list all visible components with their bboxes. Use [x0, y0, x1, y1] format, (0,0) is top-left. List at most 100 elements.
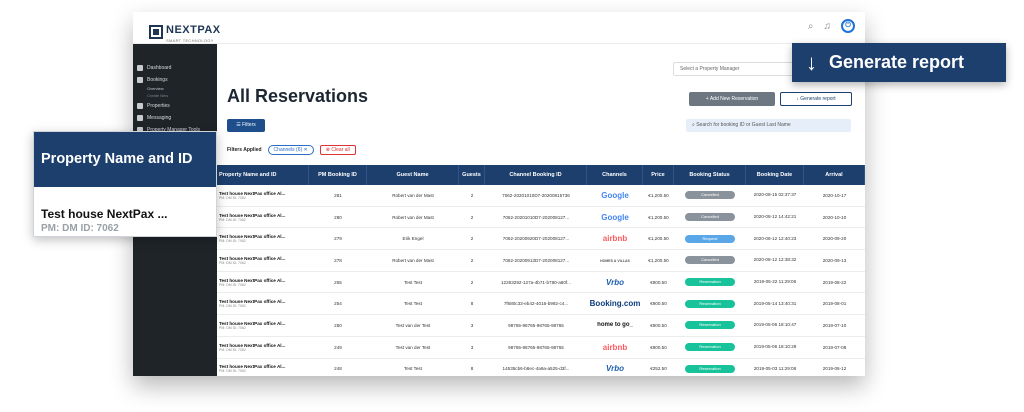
- channel-logo: Vrbo: [605, 277, 625, 287]
- clear-all-button[interactable]: ⊗ Clear all: [319, 145, 356, 155]
- property-name-callout: Property Name and ID Test house NextPax …: [33, 131, 217, 237]
- channel-logo-cell: airbnb: [587, 343, 643, 352]
- arrival-date: 2019-08-22: [822, 279, 847, 285]
- column-header[interactable]: Booking Status: [674, 165, 746, 185]
- app-window: NEXTPAX SMART TECHNOLOGY ⌕ ♫ ⏻ Dashboard…: [133, 12, 865, 376]
- booking-date: 2020-08-12 12:38:32: [753, 257, 797, 263]
- sidebar-subitem-create-new[interactable]: Create New: [133, 93, 217, 100]
- status-cell: Reservation: [674, 343, 746, 352]
- nextpax-logo[interactable]: NEXTPAX SMART TECHNOLOGY: [149, 20, 221, 43]
- table-row[interactable]: Test house NextPax office Al... PM: DM ID…: [217, 359, 865, 377]
- booking-date: 2020-08-12 14:42:21: [753, 214, 797, 220]
- sidebar-item-bookings[interactable]: Bookings: [133, 74, 217, 86]
- property-cell[interactable]: Test house NextPax office Al... PM: DM ID…: [217, 321, 309, 330]
- callout-heading: Property Name and ID: [34, 132, 216, 187]
- channels-filter-chip[interactable]: Channels (6) ✕: [267, 145, 314, 155]
- search-icon[interactable]: ⌕: [808, 21, 814, 32]
- channel-logo: Google: [601, 212, 629, 222]
- table-row[interactable]: Test house NextPax office Al... PM: DM ID…: [217, 337, 865, 359]
- bell-icon[interactable]: ♫: [824, 21, 832, 32]
- channel-logo: airbnb: [602, 234, 628, 244]
- property-cell[interactable]: Test house NextPax office Al... PM: DM ID…: [217, 364, 309, 373]
- status-cell: Reservation: [674, 278, 746, 287]
- column-header[interactable]: PM Booking ID: [309, 165, 367, 185]
- column-header[interactable]: Price: [643, 165, 674, 185]
- sidebar-item-properties[interactable]: Properties: [133, 100, 217, 112]
- column-header[interactable]: Guests: [459, 165, 485, 185]
- status-cell: Reservation: [674, 364, 746, 373]
- pm-booking-id: 249: [334, 344, 342, 350]
- channel-booking-id: 12263292-127a-4b71-b780-a60f...: [501, 279, 571, 285]
- guest-name: Test Test: [403, 301, 423, 307]
- property-cell[interactable]: Test house NextPax office Al... PM: DM ID…: [217, 343, 309, 352]
- property-cell[interactable]: Test house NextPax office Al... PM: DM ID…: [217, 278, 309, 287]
- status-badge: Cancelled: [685, 191, 735, 200]
- top-bar: NEXTPAX SMART TECHNOLOGY ⌕ ♫ ⏻: [133, 12, 865, 44]
- property-cell[interactable]: Test house NextPax office Al... PM: DM ID…: [217, 256, 309, 265]
- table-body: Test house NextPax office Al... PM: DM ID…: [217, 185, 865, 376]
- column-header[interactable]: Property Name and ID: [217, 165, 309, 185]
- column-header[interactable]: Channel Booking ID: [485, 165, 587, 185]
- table-row[interactable]: Test house NextPax office Al... PM: DM ID…: [217, 228, 865, 251]
- arrival-date: 2019-07-10: [822, 322, 847, 328]
- property-cell[interactable]: Test house NextPax office Al... PM: DM ID…: [217, 191, 309, 200]
- generate-report-callout[interactable]: ↓ Generate report: [792, 43, 1006, 82]
- property-cell[interactable]: Test house NextPax office Al... PM: DM ID…: [217, 213, 309, 222]
- arrival-date: 2019-06-12: [822, 366, 847, 372]
- guest-name: Robert van der Mast: [392, 192, 434, 198]
- property-cell[interactable]: Test house NextPax office Al... PM: DM ID…: [217, 299, 309, 308]
- price: €900.50: [650, 322, 667, 328]
- price: €1,200.50: [648, 236, 669, 242]
- logo-subtitle: SMART TECHNOLOGY: [166, 38, 214, 43]
- table-header: Property Name and ID PM Booking ID Guest…: [217, 165, 865, 185]
- column-header[interactable]: Channels: [587, 165, 643, 185]
- channel-logo: home to go_: [597, 322, 633, 329]
- property-cell[interactable]: Test house NextPax office Al... PM: DM ID…: [217, 234, 309, 243]
- property-sub: PM: DM ID: 7062: [219, 260, 246, 265]
- column-header[interactable]: Booking Date: [746, 165, 804, 185]
- status-badge: Reservation: [685, 321, 735, 330]
- booking-date: 2020-08-12 12:40:23: [753, 235, 797, 241]
- pm-booking-id: 280: [334, 214, 342, 220]
- page-title: All Reservations: [227, 86, 369, 106]
- logo-icon: [149, 24, 163, 39]
- table-row[interactable]: Test house NextPax office Al... PM: DM ID…: [217, 250, 865, 272]
- price: €252.50: [650, 366, 667, 372]
- sidebar-item-label: Bookings: [147, 77, 168, 83]
- filters-button[interactable]: ☰ Filters: [227, 119, 265, 132]
- main-content: Select a Property Manager All Reservatio…: [217, 44, 865, 376]
- channel-logo-cell: home to go_: [587, 322, 643, 328]
- channel-logo: Booking.com: [589, 299, 641, 309]
- generate-report-button[interactable]: ↓ Generate report: [780, 92, 852, 106]
- price: €900.50: [650, 344, 667, 350]
- table-row[interactable]: Test house NextPax office Al... PM: DM ID…: [217, 293, 865, 316]
- guest-name: Test Test: [403, 366, 423, 372]
- power-icon[interactable]: ⏻: [841, 19, 855, 33]
- guest-count: 3: [470, 344, 474, 350]
- sidebar-subitem-overview[interactable]: Overview: [133, 86, 217, 93]
- price: €900.50: [650, 301, 667, 307]
- search-input[interactable]: ⌕ Search for booking ID or Guest Last Na…: [686, 119, 851, 132]
- table-row[interactable]: Test house NextPax office Al... PM: DM ID…: [217, 315, 865, 337]
- guest-count: 2: [470, 257, 474, 263]
- booking-date: 2019-05-14 13:40:31: [753, 300, 797, 306]
- status-cell: Request: [674, 234, 746, 243]
- top-icons: ⌕ ♫ ⏻: [808, 19, 855, 33]
- table-row[interactable]: Test house NextPax office Al... PM: DM ID…: [217, 272, 865, 294]
- status-cell: Cancelled: [674, 213, 746, 222]
- channel-logo: Vrbo: [605, 364, 625, 374]
- add-reservation-button[interactable]: + Add New Reservation: [689, 92, 775, 106]
- channel-booking-id: 7062-20200920D7-202008127...: [502, 236, 570, 242]
- table-row[interactable]: Test house NextPax office Al... PM: DM ID…: [217, 185, 865, 207]
- booking-date: 2019-05-03 11:29:08: [753, 365, 797, 371]
- sidebar-item-messaging[interactable]: Messaging: [133, 112, 217, 124]
- sidebar-item-dashboard[interactable]: Dashboard: [133, 62, 217, 74]
- channel-logo-cell: Vrbo: [587, 278, 643, 287]
- pm-booking-id: 250: [334, 322, 342, 328]
- pm-booking-id: 278: [334, 257, 342, 263]
- table-row[interactable]: Test house NextPax office Al... PM: DM ID…: [217, 207, 865, 229]
- column-header[interactable]: Arrival: [804, 165, 865, 185]
- guest-count: 8: [470, 366, 474, 372]
- guest-name: Erik Engel: [402, 236, 424, 242]
- column-header[interactable]: Guest Name: [367, 165, 459, 185]
